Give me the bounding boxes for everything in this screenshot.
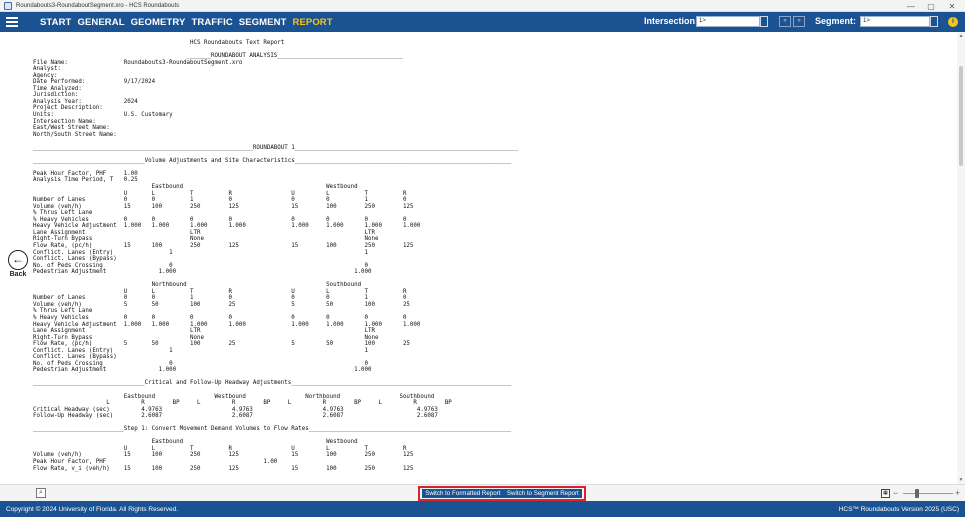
zoom-in-button[interactable]: + — [955, 488, 960, 498]
zoom-out-button[interactable]: − — [893, 488, 898, 498]
scroll-up-icon[interactable]: ▲ — [958, 33, 964, 39]
copyright-text: Copyright © 2024 University of Florida. … — [6, 505, 179, 513]
text-report-panel: HCS Roundabouts Text Report _______ROUND… — [33, 32, 957, 484]
app-icon — [4, 1, 12, 10]
menu-traffic[interactable]: TRAFFIC — [191, 17, 232, 28]
segment-select[interactable]: 1> — [860, 16, 930, 27]
menu-geometry[interactable]: GEOMETRY — [131, 17, 186, 28]
scroll-down-icon[interactable]: ▼ — [958, 477, 964, 483]
intersection-select[interactable]: 1> — [696, 16, 760, 27]
fit-page-icon[interactable]: ▦ — [881, 489, 890, 498]
switch-formatted-report-button[interactable]: Switch to Formatted Report — [422, 489, 504, 498]
menu-report[interactable]: REPORT — [292, 17, 332, 28]
version-text: HCS™ Roundabouts Version 2025 (USC) — [838, 505, 959, 513]
window-title-bar: Roundabouts3-RoundaboutSegment.xro - HCS… — [0, 0, 965, 12]
report-toolbar: ⌕ Switch to Formatted Report Switch to S… — [0, 484, 965, 501]
next-intersection-button[interactable]: » — [793, 16, 805, 27]
report-text: HCS Roundabouts Text Report _______ROUND… — [33, 40, 519, 472]
search-icon[interactable]: ⌕ — [36, 488, 46, 498]
vertical-scrollbar[interactable]: ▲ ▼ — [957, 32, 965, 484]
menu-general[interactable]: GENERAL — [77, 17, 124, 28]
report-switch-group: Switch to Formatted Report Switch to Seg… — [418, 486, 586, 501]
prev-intersection-button[interactable]: « — [779, 16, 791, 27]
segment-dropdown-button[interactable] — [930, 16, 938, 27]
switch-segment-report-button[interactable]: Switch to Segment Report — [503, 489, 582, 498]
zoom-slider-track[interactable] — [903, 493, 953, 494]
menu-segment[interactable]: SEGMENT — [239, 17, 287, 28]
back-label: Back — [9, 271, 27, 278]
status-footer: Copyright © 2024 University of Florida. … — [0, 501, 965, 517]
back-button[interactable]: ← Back — [6, 250, 30, 278]
info-icon[interactable]: i — [948, 17, 958, 27]
intersection-label: Intersection: — [644, 16, 699, 26]
hamburger-menu-icon[interactable] — [6, 17, 18, 27]
segment-label: Segment: — [815, 16, 857, 26]
window-title: Roundabouts3-RoundaboutSegment.xro - HCS… — [16, 2, 180, 9]
scrollbar-thumb[interactable] — [959, 66, 963, 166]
zoom-slider-thumb[interactable] — [914, 489, 919, 498]
menu-start[interactable]: START — [40, 17, 71, 28]
close-button[interactable]: ✕ — [943, 0, 961, 12]
minimize-button[interactable]: — — [902, 0, 920, 12]
back-arrow-icon: ← — [8, 250, 28, 270]
intersection-dropdown-button[interactable] — [760, 16, 768, 27]
maximize-button[interactable]: ▢ — [922, 0, 940, 12]
